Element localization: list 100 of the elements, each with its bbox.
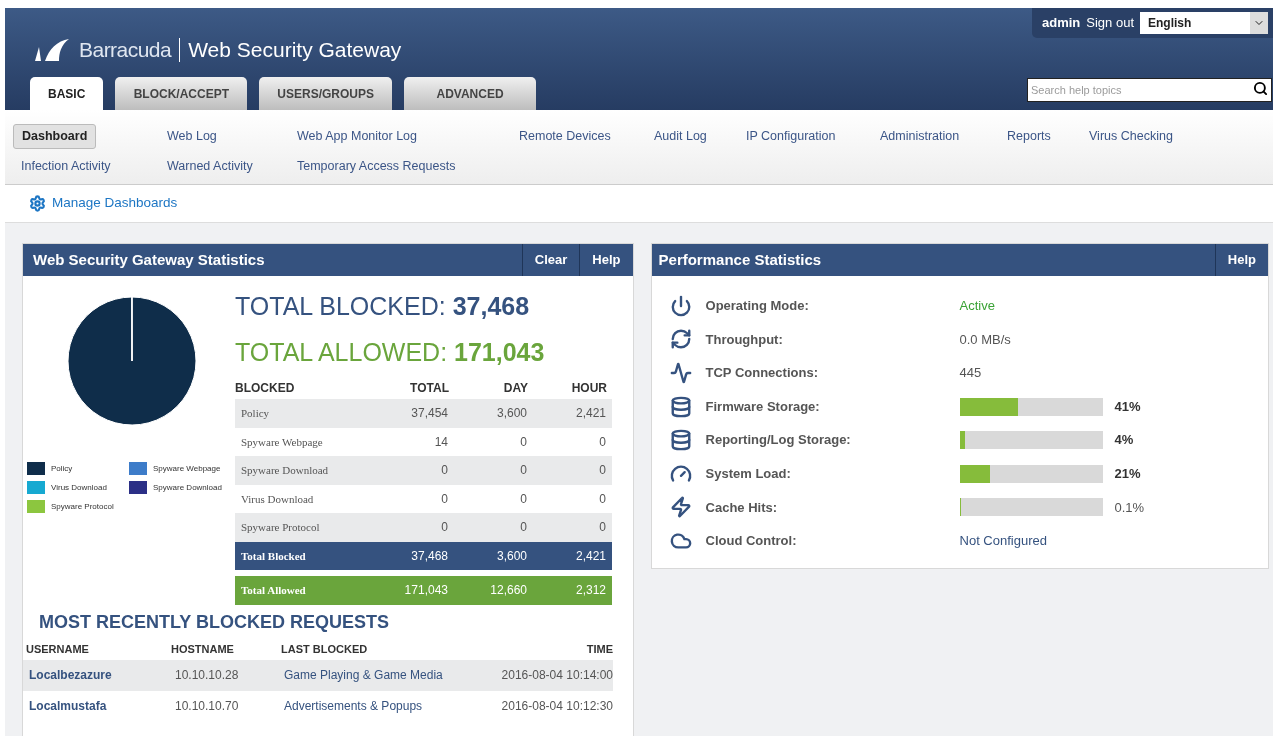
- total-blocked: TOTAL BLOCKED: 37,468: [235, 291, 531, 322]
- subnav-link[interactable]: Temporary Access Requests: [289, 154, 464, 178]
- table-cell-text: Spyware Webpage: [240, 434, 324, 450]
- subnav-link[interactable]: Web App Monitor Log: [289, 125, 425, 148]
- usage-value: 0.1%: [1114, 498, 1145, 517]
- refresh-icon: [669, 328, 692, 351]
- stat-value: 0.0 MB/s: [959, 330, 1011, 349]
- table-cell-text: 0: [440, 490, 449, 508]
- pulse-chart-icon: [669, 362, 692, 384]
- nav-tab[interactable]: BASIC: [30, 77, 104, 110]
- legend-label: Policy: [51, 462, 73, 475]
- table-cell-text: 10.10.10.70: [174, 698, 240, 715]
- table-cell-text: Total Blocked: [240, 548, 307, 564]
- table-cell-text: 0: [440, 519, 449, 537]
- subnav-link[interactable]: Audit Log: [646, 125, 715, 148]
- subnav-link[interactable]: Web Log: [159, 125, 225, 148]
- table-cell-text: 0: [519, 519, 528, 537]
- table-cell-text: 0: [519, 462, 528, 480]
- legend-label: Spyware Download: [153, 481, 222, 494]
- power-icon: [669, 294, 692, 317]
- panel-button[interactable]: Help: [579, 244, 633, 276]
- table-cell-text: 37,454: [410, 405, 449, 423]
- table-cell-text: 0: [598, 433, 607, 451]
- table-cell-text: 0: [440, 462, 449, 480]
- search-icon[interactable]: [1253, 81, 1268, 96]
- sign-out-link[interactable]: Sign out: [1086, 13, 1134, 33]
- table-cell-text: 0: [519, 433, 528, 451]
- subnav-link[interactable]: Reports: [999, 125, 1059, 148]
- table-cell-text: Spyware Protocol: [240, 520, 321, 535]
- table-cell-text: 171,043: [403, 582, 449, 600]
- column-header: TIME: [585, 642, 613, 658]
- subnav-link[interactable]: Warned Activity: [159, 154, 261, 178]
- stat-label: Cloud Control:: [705, 532, 798, 551]
- stat-label: Cache Hits:: [705, 498, 779, 517]
- table-cell-text: 2,421: [574, 547, 607, 565]
- subnav-link[interactable]: Administration: [872, 125, 968, 148]
- table-cell-text: 2,421: [574, 405, 607, 423]
- usage-value: 21%: [1114, 465, 1141, 483]
- table-cell-text: 3,600: [495, 547, 528, 565]
- total-allowed: TOTAL ALLOWED: 171,043: [235, 336, 546, 368]
- column-header: USERNAME: [25, 642, 90, 658]
- stat-label: Firmware Storage:: [705, 397, 821, 416]
- usage-value: 4%: [1114, 431, 1134, 450]
- subnav-link[interactable]: Virus Checking: [1081, 125, 1181, 148]
- username-link[interactable]: Localbezazure: [23, 666, 169, 684]
- manage-dashboards-link[interactable]: Manage Dashboards: [52, 193, 178, 214]
- table-cell-text: 0: [598, 462, 607, 480]
- brand-name: Barracuda: [79, 37, 172, 63]
- language-dropdown[interactable]: English: [1140, 12, 1268, 34]
- logo-icon: [33, 36, 71, 63]
- column-header: HOUR: [570, 380, 608, 397]
- column-header: DAY: [502, 380, 529, 397]
- stat-value: 445: [959, 364, 982, 383]
- table-cell-text: Spyware Download: [240, 463, 330, 478]
- column-header: HOSTNAME: [170, 642, 235, 658]
- subnav-link[interactable]: IP Configuration: [738, 125, 844, 148]
- username: admin: [1042, 14, 1081, 33]
- category-link[interactable]: Advertisements & Popups: [281, 697, 481, 715]
- table-cell-text: 10.10.10.28: [174, 667, 240, 684]
- database-icon: [669, 429, 692, 452]
- table-cell-text: 37,468: [410, 547, 449, 565]
- search-field[interactable]: Search help topics: [1027, 78, 1272, 102]
- table-cell-text: 3,600: [495, 405, 528, 423]
- legend-label: Virus Download: [51, 481, 107, 494]
- stat-label: Operating Mode:: [705, 297, 810, 316]
- stat-label: Reporting/Log Storage:: [705, 431, 852, 450]
- table-cell-text: 0: [598, 519, 607, 537]
- gear-icon: [29, 195, 46, 212]
- status-link[interactable]: Not Configured: [959, 531, 1047, 551]
- column-header: LAST BLOCKED: [281, 642, 369, 658]
- nav-tab[interactable]: BLOCK/ACCEPT: [115, 77, 248, 110]
- stat-label: TCP Connections:: [705, 364, 819, 383]
- table-cell-text: 14: [433, 433, 449, 451]
- legend-label: Spyware Webpage: [153, 462, 221, 475]
- table-cell-text: 0: [519, 490, 528, 508]
- subnav-link[interactable]: Remote Devices: [511, 125, 619, 148]
- category-link[interactable]: Game Playing & Game Media: [281, 666, 481, 684]
- table-cell-text: Virus Download: [240, 491, 315, 507]
- table-cell-text: Policy: [240, 406, 271, 421]
- username-link[interactable]: Localmustafa: [23, 697, 169, 715]
- table-cell-text: 0: [598, 490, 607, 508]
- table-cell-text: Total Allowed: [240, 583, 307, 598]
- product-title: Web Security Gateway: [188, 37, 402, 63]
- panel-title: Web Security Gateway Statistics: [32, 249, 265, 270]
- subnav-link[interactable]: Dashboard: [13, 124, 97, 149]
- table-cell-text: 2016-08-04 10:12:30: [500, 698, 613, 715]
- section-title: MOST RECENTLY BLOCKED REQUESTS: [39, 610, 391, 634]
- nav-tab[interactable]: USERS/GROUPS: [259, 77, 393, 110]
- panel-button[interactable]: Clear: [521, 244, 580, 276]
- legend-label: Spyware Protocol: [51, 500, 114, 513]
- column-header: BLOCKED: [235, 380, 296, 397]
- panel-button[interactable]: Help: [1214, 244, 1268, 276]
- nav-tab[interactable]: ADVANCED: [404, 77, 537, 110]
- stat-label: Throughput:: [705, 330, 784, 349]
- stat-label: System Load:: [705, 465, 792, 483]
- column-header: TOTAL: [409, 380, 450, 397]
- panel-title: Performance Statistics: [657, 249, 822, 270]
- subnav-link[interactable]: Infection Activity: [13, 154, 119, 178]
- status-value: Active: [959, 297, 995, 316]
- table-cell-text: 12,660: [489, 582, 528, 600]
